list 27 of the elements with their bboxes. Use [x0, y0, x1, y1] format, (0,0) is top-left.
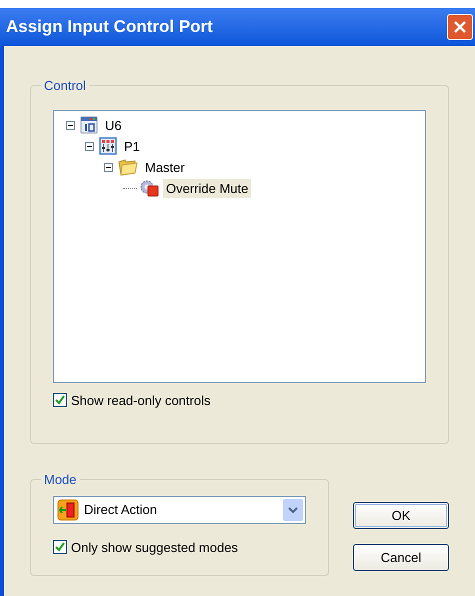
collapse-toggle[interactable] [66, 120, 75, 130]
cancel-button[interactable]: Cancel [353, 544, 449, 571]
group-label: Control [43, 77, 87, 95]
tree-view[interactable]: U6 P1 Master Override Mute [53, 110, 426, 382]
mode-dropdown[interactable]: Direct Action [53, 496, 306, 524]
tree-item[interactable]: P1 [121, 136, 143, 156]
checkbox-label[interactable]: Only show suggested modes [71, 538, 238, 557]
folder-icon [118, 158, 138, 176]
ok-button[interactable]: OK [353, 502, 449, 529]
chevron-down-icon [288, 506, 298, 514]
close-button[interactable] [447, 14, 473, 40]
dropdown-arrow-button[interactable] [283, 498, 303, 520]
window-title: Assign Input Control Port [6, 16, 213, 38]
exit-door-icon [57, 498, 79, 520]
tree-item[interactable]: U6 [102, 116, 125, 134]
close-icon [453, 20, 467, 34]
dropdown-value: Direct Action [84, 500, 158, 519]
tree-item[interactable]: Override Mute [163, 178, 252, 198]
collapse-toggle[interactable] [104, 162, 113, 172]
group-label: Mode [43, 471, 78, 489]
checkbox[interactable] [53, 393, 67, 408]
collapse-toggle[interactable] [85, 142, 94, 150]
checkbox[interactable] [53, 540, 67, 554]
checkbox-label[interactable]: Show read-only controls [71, 390, 210, 410]
tree-item[interactable]: Master [142, 158, 188, 176]
gear-control-icon [139, 179, 159, 197]
fader-panel-icon [99, 137, 117, 155]
